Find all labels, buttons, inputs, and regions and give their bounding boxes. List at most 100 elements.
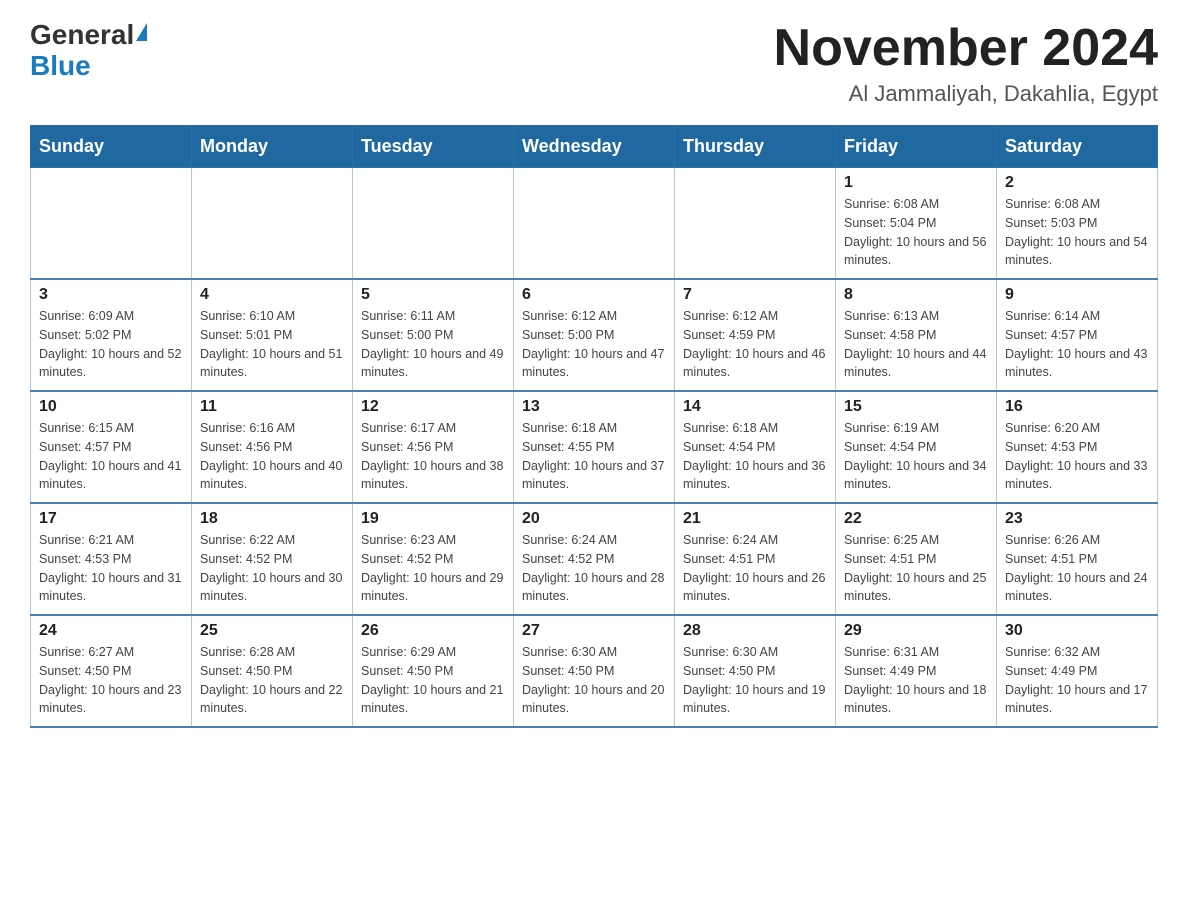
calendar-cell: 11 Sunrise: 6:16 AMSunset: 4:56 PMDayligh…	[192, 391, 353, 503]
day-info: Sunrise: 6:24 AMSunset: 4:51 PMDaylight:…	[683, 531, 827, 606]
calendar-cell: 3 Sunrise: 6:09 AMSunset: 5:02 PMDaylight…	[31, 279, 192, 391]
calendar-cell: 18 Sunrise: 6:22 AMSunset: 4:52 PMDayligh…	[192, 503, 353, 615]
day-number: 8	[844, 286, 988, 304]
calendar-cell: 1 Sunrise: 6:08 AMSunset: 5:04 PMDaylight…	[836, 168, 997, 280]
calendar-cell: 26 Sunrise: 6:29 AMSunset: 4:50 PMDayligh…	[353, 615, 514, 727]
calendar-cell	[31, 168, 192, 280]
day-info: Sunrise: 6:14 AMSunset: 4:57 PMDaylight:…	[1005, 307, 1149, 382]
day-info: Sunrise: 6:30 AMSunset: 4:50 PMDaylight:…	[683, 643, 827, 718]
calendar-table: Sunday Monday Tuesday Wednesday Thursday…	[30, 125, 1158, 728]
day-number: 4	[200, 286, 344, 304]
calendar-cell: 12 Sunrise: 6:17 AMSunset: 4:56 PMDayligh…	[353, 391, 514, 503]
day-number: 2	[1005, 174, 1149, 192]
day-info: Sunrise: 6:20 AMSunset: 4:53 PMDaylight:…	[1005, 419, 1149, 494]
day-info: Sunrise: 6:24 AMSunset: 4:52 PMDaylight:…	[522, 531, 666, 606]
calendar-cell: 28Sunrise: 6:30 AMSunset: 4:50 PMDayligh…	[675, 615, 836, 727]
day-number: 21	[683, 510, 827, 528]
week-row-4: 17Sunrise: 6:21 AMSunset: 4:53 PMDayligh…	[31, 503, 1158, 615]
day-info: Sunrise: 6:13 AMSunset: 4:58 PMDaylight:…	[844, 307, 988, 382]
day-info: Sunrise: 6:09 AMSunset: 5:02 PMDaylight:…	[39, 307, 183, 382]
day-number: 25	[200, 622, 344, 640]
calendar-cell: 20 Sunrise: 6:24 AMSunset: 4:52 PMDayligh…	[514, 503, 675, 615]
calendar-cell: 14 Sunrise: 6:18 AMSunset: 4:54 PMDayligh…	[675, 391, 836, 503]
day-number: 19	[361, 510, 505, 528]
week-row-5: 24Sunrise: 6:27 AMSunset: 4:50 PMDayligh…	[31, 615, 1158, 727]
calendar-cell: 25Sunrise: 6:28 AMSunset: 4:50 PMDayligh…	[192, 615, 353, 727]
calendar-cell: 17Sunrise: 6:21 AMSunset: 4:53 PMDayligh…	[31, 503, 192, 615]
day-info: Sunrise: 6:29 AMSunset: 4:50 PMDaylight:…	[361, 643, 505, 718]
calendar-cell: 4Sunrise: 6:10 AMSunset: 5:01 PMDaylight…	[192, 279, 353, 391]
calendar-cell: 13 Sunrise: 6:18 AMSunset: 4:55 PMDayligh…	[514, 391, 675, 503]
logo: General Blue	[30, 20, 147, 82]
col-friday: Friday	[836, 126, 997, 168]
calendar-cell: 22 Sunrise: 6:25 AMSunset: 4:51 PMDayligh…	[836, 503, 997, 615]
location-subtitle: Al Jammaliyah, Dakahlia, Egypt	[774, 81, 1158, 107]
col-monday: Monday	[192, 126, 353, 168]
calendar-cell: 6Sunrise: 6:12 AMSunset: 5:00 PMDaylight…	[514, 279, 675, 391]
day-info: Sunrise: 6:15 AMSunset: 4:57 PMDaylight:…	[39, 419, 183, 494]
calendar-cell: 10 Sunrise: 6:15 AMSunset: 4:57 PMDayligh…	[31, 391, 192, 503]
calendar-cell: 7Sunrise: 6:12 AMSunset: 4:59 PMDaylight…	[675, 279, 836, 391]
day-number: 23	[1005, 510, 1149, 528]
day-number: 20	[522, 510, 666, 528]
day-info: Sunrise: 6:26 AMSunset: 4:51 PMDaylight:…	[1005, 531, 1149, 606]
col-tuesday: Tuesday	[353, 126, 514, 168]
day-number: 13	[522, 398, 666, 416]
day-number: 10	[39, 398, 183, 416]
calendar-cell: 15Sunrise: 6:19 AMSunset: 4:54 PMDayligh…	[836, 391, 997, 503]
day-info: Sunrise: 6:32 AMSunset: 4:49 PMDaylight:…	[1005, 643, 1149, 718]
day-number: 9	[1005, 286, 1149, 304]
week-row-3: 10 Sunrise: 6:15 AMSunset: 4:57 PMDayligh…	[31, 391, 1158, 503]
day-info: Sunrise: 6:25 AMSunset: 4:51 PMDaylight:…	[844, 531, 988, 606]
calendar-cell	[353, 168, 514, 280]
day-number: 5	[361, 286, 505, 304]
calendar-cell: 29 Sunrise: 6:31 AMSunset: 4:49 PMDayligh…	[836, 615, 997, 727]
calendar-cell: 27Sunrise: 6:30 AMSunset: 4:50 PMDayligh…	[514, 615, 675, 727]
day-number: 1	[844, 174, 988, 192]
calendar-cell: 8 Sunrise: 6:13 AMSunset: 4:58 PMDaylight…	[836, 279, 997, 391]
day-info: Sunrise: 6:08 AMSunset: 5:03 PMDaylight:…	[1005, 195, 1149, 270]
day-number: 22	[844, 510, 988, 528]
day-number: 29	[844, 622, 988, 640]
calendar-cell	[192, 168, 353, 280]
col-thursday: Thursday	[675, 126, 836, 168]
day-number: 24	[39, 622, 183, 640]
title-block: November 2024 Al Jammaliyah, Dakahlia, E…	[774, 20, 1158, 107]
day-number: 7	[683, 286, 827, 304]
calendar-cell: 2 Sunrise: 6:08 AMSunset: 5:03 PMDaylight…	[997, 168, 1158, 280]
logo-triangle-icon	[136, 23, 147, 41]
calendar-cell: 5Sunrise: 6:11 AMSunset: 5:00 PMDaylight…	[353, 279, 514, 391]
logo-general-text: General	[30, 20, 134, 51]
calendar-cell: 21 Sunrise: 6:24 AMSunset: 4:51 PMDayligh…	[675, 503, 836, 615]
day-number: 11	[200, 398, 344, 416]
calendar-cell: 30Sunrise: 6:32 AMSunset: 4:49 PMDayligh…	[997, 615, 1158, 727]
calendar-cell	[514, 168, 675, 280]
day-number: 6	[522, 286, 666, 304]
day-number: 17	[39, 510, 183, 528]
day-info: Sunrise: 6:17 AMSunset: 4:56 PMDaylight:…	[361, 419, 505, 494]
day-info: Sunrise: 6:18 AMSunset: 4:54 PMDaylight:…	[683, 419, 827, 494]
calendar-header-row: Sunday Monday Tuesday Wednesday Thursday…	[31, 126, 1158, 168]
day-number: 27	[522, 622, 666, 640]
col-sunday: Sunday	[31, 126, 192, 168]
day-number: 16	[1005, 398, 1149, 416]
week-row-2: 3 Sunrise: 6:09 AMSunset: 5:02 PMDaylight…	[31, 279, 1158, 391]
day-number: 26	[361, 622, 505, 640]
day-info: Sunrise: 6:31 AMSunset: 4:49 PMDaylight:…	[844, 643, 988, 718]
day-info: Sunrise: 6:16 AMSunset: 4:56 PMDaylight:…	[200, 419, 344, 494]
calendar-cell	[675, 168, 836, 280]
calendar-cell: 16 Sunrise: 6:20 AMSunset: 4:53 PMDayligh…	[997, 391, 1158, 503]
logo-blue-text: Blue	[30, 51, 91, 82]
col-saturday: Saturday	[997, 126, 1158, 168]
day-info: Sunrise: 6:18 AMSunset: 4:55 PMDaylight:…	[522, 419, 666, 494]
day-number: 18	[200, 510, 344, 528]
day-number: 3	[39, 286, 183, 304]
day-info: Sunrise: 6:08 AMSunset: 5:04 PMDaylight:…	[844, 195, 988, 270]
week-row-1: 1 Sunrise: 6:08 AMSunset: 5:04 PMDaylight…	[31, 168, 1158, 280]
day-info: Sunrise: 6:23 AMSunset: 4:52 PMDaylight:…	[361, 531, 505, 606]
day-number: 12	[361, 398, 505, 416]
calendar-cell: 9 Sunrise: 6:14 AMSunset: 4:57 PMDaylight…	[997, 279, 1158, 391]
calendar-cell: 23 Sunrise: 6:26 AMSunset: 4:51 PMDayligh…	[997, 503, 1158, 615]
day-number: 14	[683, 398, 827, 416]
day-info: Sunrise: 6:22 AMSunset: 4:52 PMDaylight:…	[200, 531, 344, 606]
